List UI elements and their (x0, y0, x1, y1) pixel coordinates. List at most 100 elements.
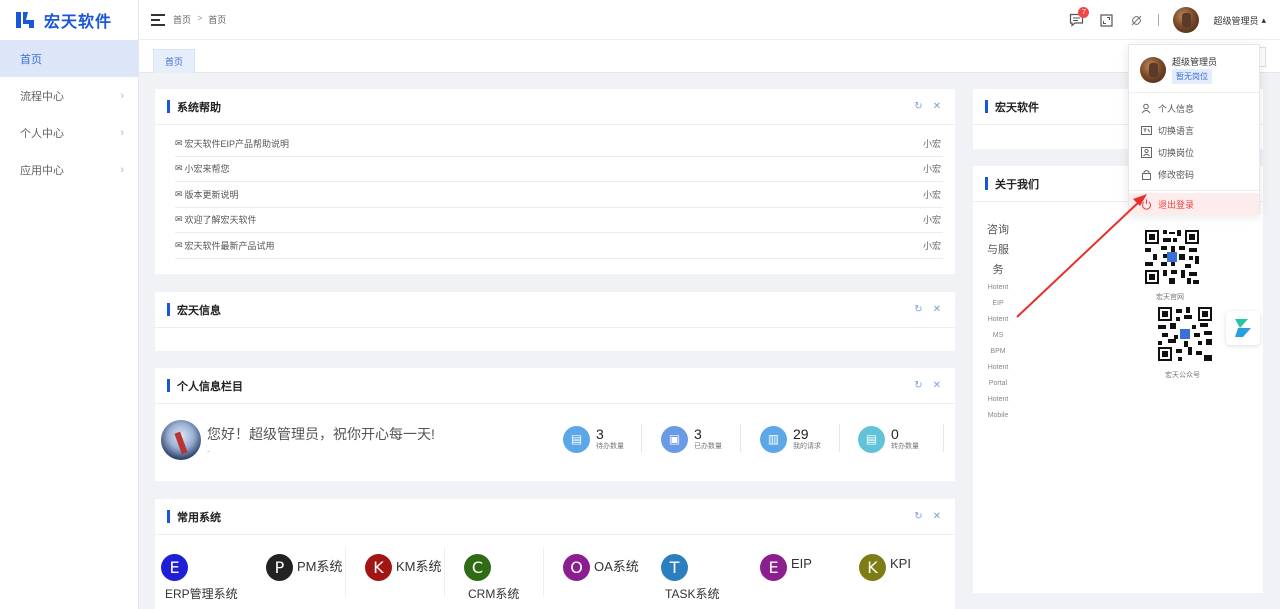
refresh-icon[interactable]: ↻ (914, 101, 922, 112)
menu-item-language[interactable]: 切换语言 (1129, 119, 1259, 141)
list-item[interactable]: ✉ 版本更新说明 小宏 (175, 182, 943, 208)
refresh-icon[interactable]: ↻ (914, 304, 922, 315)
qr-code-website (1145, 230, 1199, 284)
breadcrumb-item[interactable]: 首页 (173, 13, 191, 26)
system-pm[interactable]: P PM系统 (266, 554, 343, 581)
logout-button[interactable]: 退出登录 (1129, 193, 1259, 215)
stat-todo[interactable]: ▤ 3 待办数量 (563, 424, 624, 454)
item-title: 宏天软件最新产品试用 (184, 240, 275, 251)
chevron-right-icon: › (120, 163, 124, 176)
panel-tools: ↻ ✕ (914, 511, 941, 522)
system-letter-icon: C (464, 554, 491, 581)
menu-item-label: 修改密码 (1158, 169, 1195, 180)
panel-title: 常用系统 (177, 511, 221, 524)
user-summary: 超级管理员 暂无岗位 (1129, 45, 1259, 93)
switch-post-icon (1141, 146, 1152, 158)
system-eip[interactable]: E EIP (760, 554, 812, 581)
system-km[interactable]: K KM系统 (365, 554, 442, 581)
stat-label: 我的请求 (793, 443, 821, 450)
system-letter-icon: K (859, 554, 886, 581)
stat-value: 3 (596, 426, 604, 442)
sidebar-item-process-center[interactable]: 流程中心 › (0, 77, 138, 114)
sidebar-item-home[interactable]: 首页 (0, 40, 138, 77)
top-header: 首页 > 首页 7 超级管理员 ▴ (139, 0, 1280, 40)
avatar[interactable] (1173, 7, 1200, 33)
float-widget[interactable] (1226, 311, 1260, 345)
system-name: KPI (890, 556, 911, 571)
help-list: ✉ 宏天软件EIP产品帮助说明 小宏 ✉ 小宏来帮您 小宏 ✉ 版本更新说明 小宏 ✉ 欢迎了… (155, 125, 955, 259)
system-name[interactable]: ERP管理系统 (165, 585, 238, 602)
about-line: 与服 (987, 244, 1009, 256)
about-line: Portal (988, 380, 1008, 387)
system-name: KM系统 (396, 559, 442, 574)
system-erp[interactable]: E (161, 554, 192, 581)
sidebar-item-app-center[interactable]: 应用中心 › (0, 151, 138, 188)
app-name: 宏天软件 (44, 14, 113, 31)
list-item[interactable]: ✉ 宏天软件EIP产品帮助说明 小宏 (175, 131, 943, 157)
user-menu-list: 个人信息 切换语言 切换岗位 修改密码 (1129, 93, 1259, 185)
system-task[interactable]: T (661, 554, 692, 581)
profile-photo (161, 420, 201, 460)
about-text: 咨询 与服 务 Hotent EIP Hotent MS BPM Hotent … (973, 220, 1023, 424)
user-icon (1141, 103, 1151, 113)
system-name[interactable]: TASK系统 (665, 585, 719, 602)
message-icon[interactable]: 7 (1068, 7, 1090, 28)
refresh-icon[interactable]: ↻ (914, 511, 922, 522)
close-icon[interactable]: ✕ (933, 511, 941, 522)
system-oa[interactable]: O OA系统 (563, 554, 639, 581)
list-item[interactable]: ✉ 欢迎了解宏天软件 小宏 (175, 208, 943, 233)
user-menu-trigger[interactable]: 超级管理员 ▴ (1213, 14, 1266, 27)
app-logo[interactable]: 宏天软件 (0, 0, 138, 40)
menu-toggle-icon[interactable] (151, 13, 165, 26)
item-author: 小宏 (922, 240, 941, 251)
stat-my-requests[interactable]: ▥ 29 我的请求 (760, 424, 821, 454)
list-item[interactable]: ✉ 宏天软件最新产品试用 小宏 (175, 233, 943, 259)
close-icon[interactable]: ✕ (933, 380, 941, 391)
refresh-icon[interactable]: ↻ (914, 380, 922, 391)
system-name[interactable]: CRM系统 (468, 585, 519, 602)
list-item[interactable]: ✉ 小宏来帮您 小宏 (175, 157, 943, 182)
breadcrumb-separator: > (197, 13, 203, 23)
menu-item-profile[interactable]: 个人信息 (1129, 97, 1259, 119)
tabs-bar: 首页 (139, 40, 1280, 73)
panel-title: 个人信息栏目 (177, 380, 243, 393)
stat-done[interactable]: ▣ 3 已办数量 (661, 424, 722, 454)
system-name: OA系统 (594, 559, 639, 574)
stat-value: 3 (694, 426, 702, 442)
system-name: EIP (791, 556, 812, 571)
grid-divider (345, 547, 346, 597)
stat-transfer[interactable]: ▤ 0 转办数量 (858, 424, 919, 454)
caret-up-icon: ▴ (1261, 14, 1266, 25)
system-letter-icon: K (365, 554, 392, 581)
about-line: Hotent (987, 396, 1009, 403)
tab-home[interactable]: 首页 (153, 49, 196, 73)
fullscreen-icon[interactable] (1098, 12, 1114, 28)
sidebar-item-label: 流程中心 (20, 90, 64, 103)
panel-header: 个人信息栏目 ↻ ✕ (155, 368, 955, 404)
menu-item-change-password[interactable]: 修改密码 (1129, 163, 1259, 185)
title-accent (167, 303, 170, 316)
menu-item-label: 切换岗位 (1158, 147, 1195, 158)
theme-icon[interactable] (1128, 12, 1144, 28)
system-kpi[interactable]: K KPI (859, 554, 911, 581)
title-accent (167, 100, 170, 113)
item-author: 小宏 (922, 189, 941, 200)
greeting-sub: - (207, 446, 210, 456)
system-crm[interactable]: C (464, 554, 495, 581)
user-dropdown-menu: 超级管理员 暂无岗位 个人信息 切换语言 切换岗位 修改密码 退出登录 (1128, 44, 1260, 215)
panel-tools: ↻ ✕ (914, 304, 941, 315)
qr-caption: 宏天官网 (1156, 294, 1184, 301)
power-icon (1141, 199, 1152, 210)
menu-item-switch-post[interactable]: 切换岗位 (1129, 141, 1259, 163)
sidebar-item-label: 首页 (20, 53, 42, 66)
sidebar-item-personal-center[interactable]: 个人中心 › (0, 114, 138, 151)
stat-label: 待办数量 (596, 443, 624, 450)
close-icon[interactable]: ✕ (933, 304, 941, 315)
stat-value: 0 (891, 426, 899, 442)
user-name: 超级管理员 (1213, 15, 1259, 26)
language-icon (1141, 125, 1152, 135)
float-widget-icon (1235, 319, 1251, 337)
envelope-icon: ✉ (175, 214, 183, 225)
system-letter-icon: E (760, 554, 787, 581)
close-icon[interactable]: ✕ (933, 101, 941, 112)
